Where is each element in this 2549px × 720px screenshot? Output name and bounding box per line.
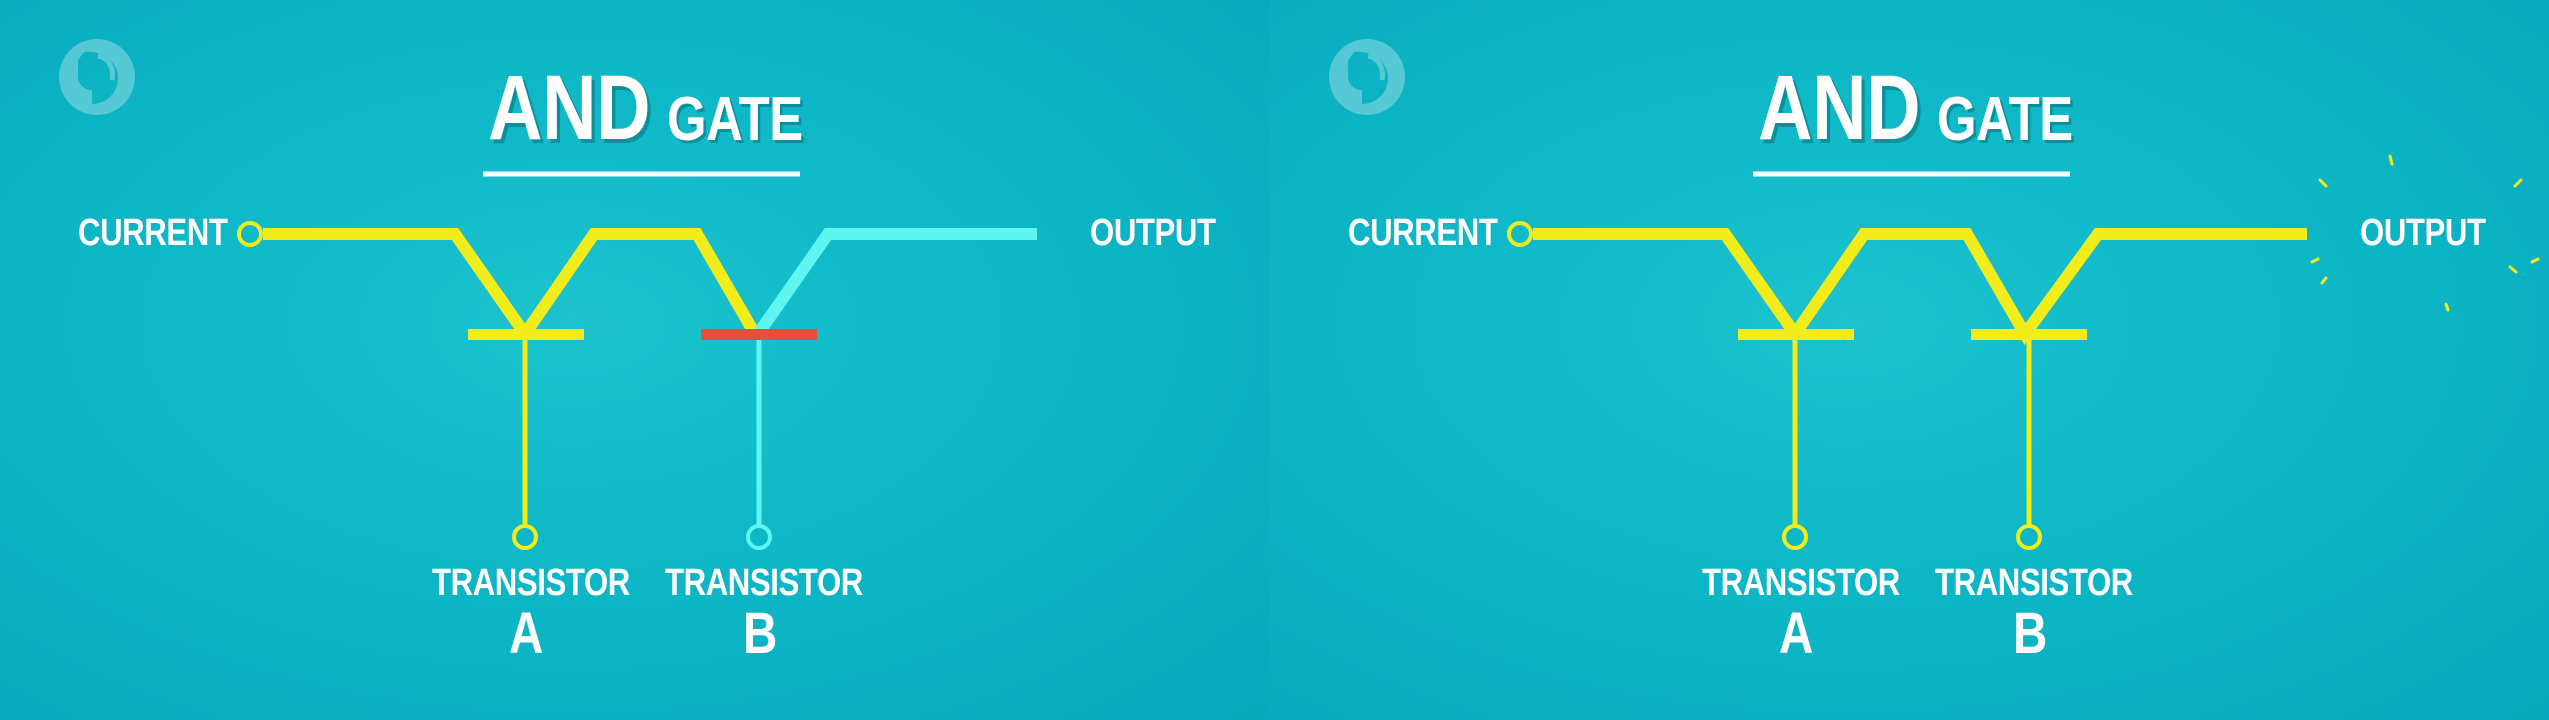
transistor-a-letter: A [509,601,543,666]
current-wire [263,228,761,345]
output-label: OUTPUT [1090,212,1216,254]
transistor-b-label: TRANSISTOR [665,562,863,604]
transistor-b-label: TRANSISTOR [1935,562,2133,604]
output-wire-inactive [753,228,1037,338]
transistor-a-letter: A [1779,601,1813,666]
transistor-a-terminal [512,524,538,550]
pbs-logo-icon [59,39,135,115]
title-and: AND [488,57,651,159]
transistor-b-terminal [746,524,772,550]
transistor-b-gate [1971,329,2087,340]
and-gate-panel-1: AND GATE CURRENT OUTPUT TRANSISTOR A TRA… [0,0,1270,720]
current-label: CURRENT [1348,212,1498,254]
transistor-a-label: TRANSISTOR [432,562,630,604]
title-and: AND [1758,57,1921,159]
transistor-b-letter: B [743,601,777,666]
current-wire [1533,228,2307,345]
current-input-terminal [1507,221,1533,247]
current-label: CURRENT [78,212,228,254]
and-gate-panel-2: AND GATE CURRENT OUTPUT TRANSISTOR A TRA… [1270,0,2549,720]
transistor-a-gate [468,329,584,340]
and-gate-diagram: AND GATE CURRENT OUTPUT TRANSISTOR A TRA… [0,0,2549,720]
pbs-logo-icon [1329,39,1405,115]
transistor-a-terminal [1782,524,1808,550]
title-gate: GATE [667,85,803,154]
current-input-terminal [237,221,263,247]
transistor-b-gate [701,329,817,340]
output-label: OUTPUT [2360,212,2486,254]
transistor-b-terminal [2016,524,2042,550]
transistor-a-label: TRANSISTOR [1702,562,1900,604]
transistor-a-gate [1738,329,1854,340]
transistor-b-letter: B [2013,601,2047,666]
title-gate: GATE [1937,85,2073,154]
